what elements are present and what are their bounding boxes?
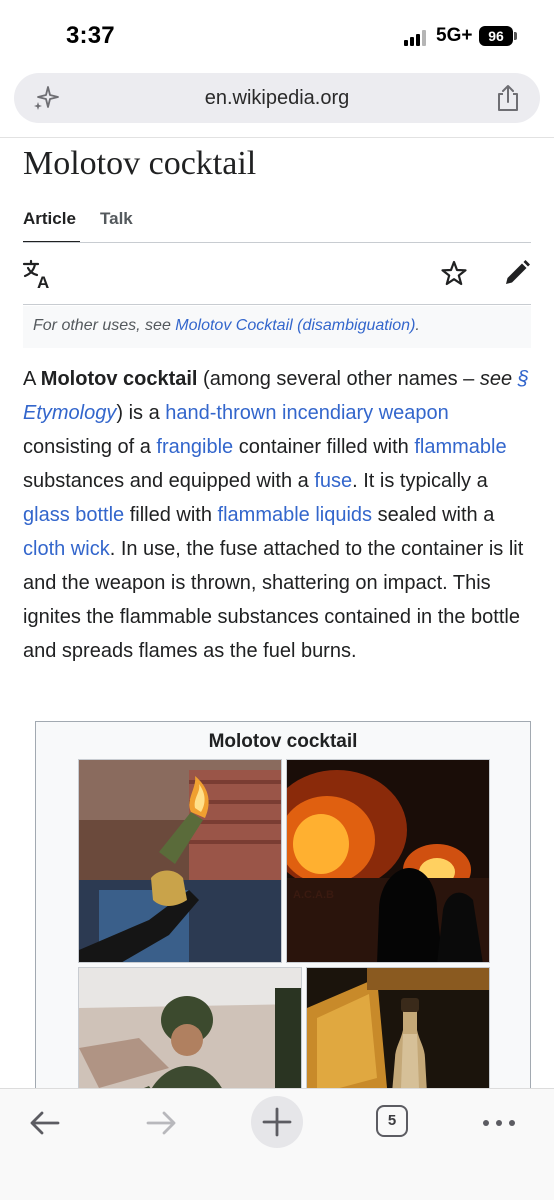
intro-text: substances and equipped with a — [23, 470, 315, 492]
intro-paragraph: A Molotov cocktail (among several other … — [23, 362, 535, 668]
infobox-image-thrown-bottle[interactable] — [78, 759, 282, 963]
status-time: 3:37 — [66, 22, 115, 49]
hatnote-suffix: . — [415, 317, 420, 334]
link-flammable-liquids[interactable]: flammable liquids — [218, 504, 373, 526]
link-incendiary-weapon[interactable]: hand-thrown incendiary weapon — [165, 402, 449, 424]
battery-icon: 96 — [479, 26, 513, 46]
link-frangible[interactable]: frangible — [156, 436, 233, 458]
intro-text: container filled with — [233, 436, 415, 458]
battery-tip — [514, 32, 517, 40]
link-cloth-wick[interactable]: cloth wick — [23, 538, 110, 560]
star-icon[interactable] — [440, 259, 468, 287]
actions-divider — [23, 304, 531, 305]
header-divider — [0, 137, 554, 138]
plus-icon — [262, 1107, 292, 1137]
intro-bold-term: Molotov cocktail — [40, 368, 198, 390]
more-dots-icon[interactable] — [479, 1105, 519, 1141]
link-glass-bottle[interactable]: glass bottle — [23, 504, 124, 526]
back-arrow-icon[interactable] — [27, 1105, 63, 1141]
intro-text: (among several other names – — [197, 368, 480, 390]
address-bar[interactable]: en.wikipedia.org — [14, 73, 540, 123]
infobox-image-burning-street[interactable]: A.C.A.B — [286, 759, 490, 963]
cellular-signal-icon — [404, 30, 430, 46]
intro-text: A — [23, 368, 41, 390]
tabs-divider — [23, 242, 531, 243]
intro-italic: see — [479, 368, 518, 390]
translate-icon[interactable]: A — [22, 258, 54, 290]
intro-text: sealed with a — [372, 504, 495, 526]
intro-text: filled with — [124, 504, 218, 526]
intro-text: ) is a — [116, 402, 166, 424]
tab-switcher-button[interactable]: 5 — [376, 1105, 408, 1137]
edit-pencil-icon[interactable] — [503, 259, 531, 287]
hatnote-prefix: For other uses, see — [33, 317, 176, 334]
tab-article[interactable]: Article — [23, 209, 76, 229]
share-icon[interactable] — [494, 83, 522, 113]
browser-toolbar: 5 — [0, 1088, 554, 1200]
infobox: Molotov cocktail A.C.A.B — [35, 721, 531, 1121]
hatnote: For other uses, see Molotov Cocktail (di… — [23, 306, 531, 348]
page-title: Molotov cocktail — [23, 145, 257, 182]
link-flammable[interactable]: flammable — [414, 436, 506, 458]
link-fuse[interactable]: fuse — [314, 470, 352, 492]
hatnote-link[interactable]: Molotov Cocktail (disambiguation) — [175, 317, 415, 334]
status-bar: 3:37 5G+ 96 — [0, 0, 554, 70]
intro-text: . It is typically a — [352, 470, 488, 492]
new-tab-button[interactable] — [251, 1096, 303, 1148]
svg-text:A.C.A.B: A.C.A.B — [293, 889, 334, 901]
intro-text: consisting of a — [23, 436, 157, 458]
svg-text:A: A — [37, 273, 49, 290]
url-text[interactable]: en.wikipedia.org — [14, 87, 540, 110]
forward-arrow-icon[interactable] — [143, 1105, 179, 1141]
tab-talk[interactable]: Talk — [100, 209, 133, 229]
infobox-title: Molotov cocktail — [208, 731, 358, 752]
network-type: 5G+ — [436, 25, 473, 46]
